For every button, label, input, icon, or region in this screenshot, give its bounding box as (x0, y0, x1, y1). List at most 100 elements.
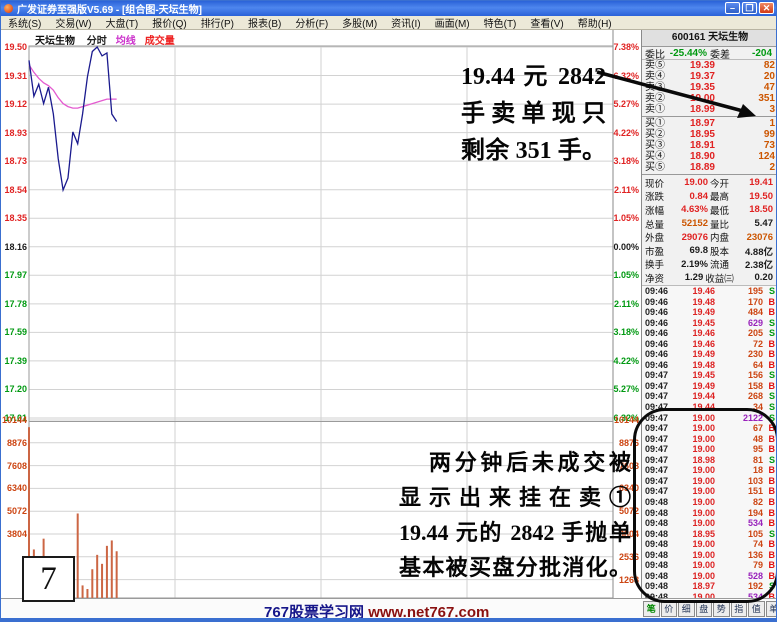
note-line: 两分钟后未成交被 (399, 445, 631, 480)
ask-row: 卖①18.993 (642, 104, 777, 115)
price-axis-label: 17.20 (1, 384, 27, 394)
info-value: 5.47 (729, 218, 773, 229)
book-price: 18.95 (671, 129, 715, 140)
menu-item-9[interactable]: 画面(M) (428, 15, 477, 30)
tick-price: 19.00 (675, 423, 715, 433)
tick-side: B (763, 339, 775, 349)
transaction-tick-list[interactable]: 09:4619.46195S09:4619.48170B09:4619.4948… (642, 285, 777, 603)
menu-item-6[interactable]: 分析(F) (288, 15, 335, 30)
panel-tab-盘[interactable]: 盘 (696, 601, 713, 617)
panel-tab-价[interactable]: 价 (661, 601, 678, 617)
title-bar: 广发证券至强版V5.69 - [组合图-天坛生物] – ❐ ✕ (1, 1, 776, 16)
chart-tab-分时[interactable]: 分时 (87, 36, 107, 47)
tick-side: S (763, 318, 775, 328)
info-value: 2.38亿 (729, 257, 773, 271)
info-label: 内盘 (710, 230, 729, 244)
tick-volume: 170 (715, 297, 763, 307)
tick-time: 09:48 (645, 529, 675, 539)
menu-item-3[interactable]: 报价(Q) (145, 15, 193, 30)
menu-item-0[interactable]: 系统(S) (1, 15, 48, 30)
tick-row: 09:4719.002122S (642, 412, 777, 423)
book-count: 47 (715, 82, 775, 93)
bid-row: 买③18.9173 (642, 140, 777, 151)
tick-price: 19.46 (675, 286, 715, 296)
book-count: 82 (715, 60, 775, 71)
tick-row: 09:4719.00151B (642, 486, 777, 497)
price-axis-label: 18.16 (1, 242, 27, 252)
info-label: 流通 (710, 257, 729, 271)
panel-tab-指[interactable]: 指 (731, 601, 748, 617)
book-level-label: 卖③ (645, 82, 671, 93)
tick-price: 19.00 (675, 434, 715, 444)
divider (642, 116, 777, 117)
tick-time: 09:48 (645, 518, 675, 528)
tick-price: 19.00 (675, 539, 715, 549)
info-value: 19.50 (729, 191, 773, 202)
tick-side: S (763, 455, 775, 465)
percent-axis-label: 4.22% (613, 356, 639, 366)
menu-item-5[interactable]: 报表(B) (241, 15, 288, 30)
tick-volume: 79 (715, 560, 763, 570)
tick-side: B (763, 560, 775, 570)
volume-axis-label: 10144 (613, 415, 639, 425)
menu-item-7[interactable]: 多股(M) (335, 15, 384, 30)
tick-price: 19.46 (675, 339, 715, 349)
annotation-sell-order-note: 19.44 元 2842手卖单现只剩余 351 手。 (461, 59, 606, 170)
menu-item-10[interactable]: 特色(T) (477, 15, 524, 30)
volume-axis-label: 5072 (1, 506, 27, 516)
menu-item-12[interactable]: 帮助(H) (571, 15, 619, 30)
menu-item-11[interactable]: 查看(V) (523, 15, 570, 30)
panel-tab-bar: 笔价细盘势指值单 (643, 601, 777, 617)
tick-time: 09:48 (645, 560, 675, 570)
info-value: 19.41 (729, 177, 773, 188)
tick-side: B (763, 476, 775, 486)
menu-bar: 系统(S)交易(W)大盘(T)报价(Q)排行(P)报表(B)分析(F)多股(M)… (1, 16, 776, 30)
book-count: 2 (715, 162, 775, 173)
info-label: 涨幅 (645, 203, 664, 217)
chart-tab-成交量[interactable]: 成交量 (145, 36, 175, 47)
info-value: 29076 (664, 232, 708, 243)
panel-tab-细[interactable]: 细 (678, 601, 695, 617)
tick-volume: 230 (715, 349, 763, 359)
percent-axis-label: 2.11% (613, 185, 639, 195)
menu-item-8[interactable]: 资讯(I) (384, 15, 427, 30)
panel-tab-单[interactable]: 单 (766, 601, 777, 617)
menu-item-2[interactable]: 大盘(T) (98, 15, 145, 30)
tick-price: 19.00 (675, 465, 715, 475)
menu-item-1[interactable]: 交易(W) (48, 15, 98, 30)
bid-row: 买②18.9599 (642, 129, 777, 140)
tick-volume: 151 (715, 486, 763, 496)
panel-tab-势[interactable]: 势 (713, 601, 730, 617)
tick-volume: 136 (715, 550, 763, 560)
note-line: 基本被买盘分批消化。 (399, 550, 631, 585)
ask-row: 卖④19.3720 (642, 71, 777, 82)
panel-tab-笔[interactable]: 笔 (643, 601, 660, 617)
tick-side: S (763, 581, 775, 591)
panel-tab-值[interactable]: 值 (748, 601, 765, 617)
tick-volume: 82 (715, 497, 763, 507)
menu-item-4[interactable]: 排行(P) (194, 15, 241, 30)
tick-price: 19.00 (675, 413, 715, 423)
tick-side: B (763, 381, 775, 391)
tick-side: S (763, 402, 775, 412)
info-label: 换手 (645, 257, 664, 271)
info-value: 1.29 (664, 272, 703, 283)
info-row: 涨幅4.63%最低18.50 (642, 203, 777, 217)
restore-button[interactable]: ❐ (742, 2, 757, 14)
info-value: 23076 (729, 232, 773, 243)
tick-volume: 629 (715, 318, 763, 328)
tick-price: 19.00 (675, 486, 715, 496)
tick-side: B (763, 486, 775, 496)
tick-row: 09:4818.95105S (642, 528, 777, 539)
tick-time: 09:46 (645, 297, 675, 307)
annotation-absorption-note: 两分钟后未成交被显示出来挂在卖①19.44 元的 2842 手抛单基本被买盘分批… (399, 445, 631, 585)
close-button[interactable]: ✕ (759, 2, 774, 14)
minimize-button[interactable]: – (725, 2, 740, 14)
book-count: 73 (715, 140, 775, 151)
volume-axis-label: 7608 (1, 461, 27, 471)
chart-tab-均线[interactable]: 均线 (116, 36, 136, 47)
book-count: 99 (715, 129, 775, 140)
book-count: 351 (715, 93, 775, 104)
percent-axis-label: 5.27% (613, 99, 639, 109)
bid-row: 买④18.90124 (642, 151, 777, 162)
